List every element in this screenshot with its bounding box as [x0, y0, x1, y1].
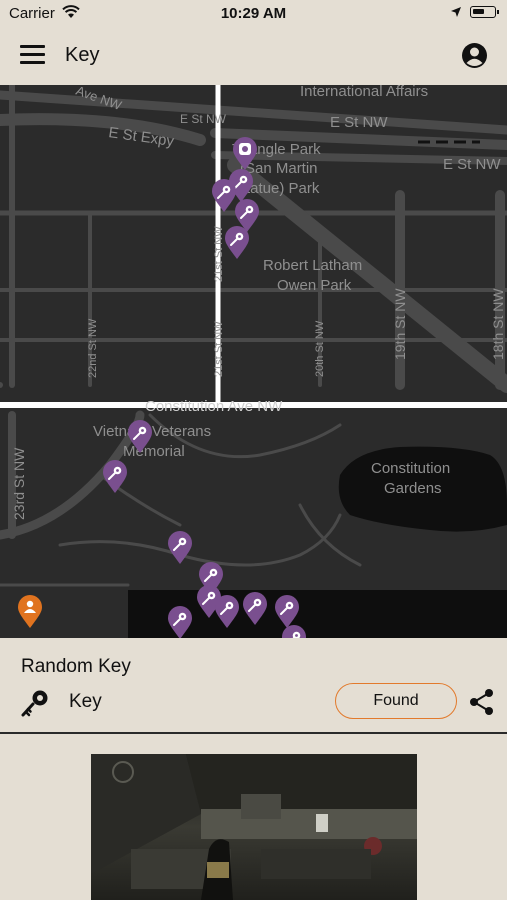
status-bar: Carrier 10:29 AM [0, 0, 507, 28]
location-photo[interactable] [91, 754, 417, 900]
map-label-e-st-nw-3: E St NW [443, 156, 501, 173]
account-icon[interactable] [461, 42, 488, 69]
key-map-pin[interactable] [167, 606, 193, 638]
item-name: Random Key [21, 656, 131, 677]
map-label-19th-st: 19th St NW [392, 288, 408, 360]
battery-icon [470, 6, 499, 18]
map-label-e-st-nw-1: E St NW [180, 112, 227, 126]
key-map-pin[interactable] [102, 460, 128, 494]
battery-nub [497, 10, 499, 14]
map-label-22nd-st: 22nd St NW [87, 318, 99, 378]
key-map-pin[interactable] [281, 625, 307, 638]
map-label-20th-st: 20th St NW [314, 320, 326, 377]
other-map-pin[interactable] [17, 595, 43, 629]
photo-image [91, 754, 417, 900]
map-label-constitution-ave: Constitution Ave NW [145, 398, 283, 415]
map-label-18th-st: 18th St NW [490, 288, 506, 360]
key-map-pin[interactable] [232, 137, 258, 171]
map-label-constitution-gardens-1: Constitution [371, 460, 450, 477]
share-icon[interactable] [468, 688, 496, 716]
key-map-pin[interactable] [242, 592, 268, 626]
key-map-pin[interactable] [127, 420, 153, 454]
navigation-bar: Key [0, 28, 507, 85]
map-label-21st-st-lower: 21st St NW [213, 321, 225, 377]
photo-section [0, 734, 507, 900]
map-label-23rd-st: 23rd St NW [11, 447, 27, 520]
menu-icon[interactable] [20, 45, 45, 67]
location-arrow-icon [451, 7, 461, 17]
key-map-pin[interactable] [224, 226, 250, 260]
map-label-robert-latham-1: Robert Latham [263, 257, 362, 274]
key-map-pin[interactable] [274, 595, 300, 629]
battery-level [473, 9, 484, 14]
map-label-robert-latham-2: Owen Park [277, 277, 352, 294]
map-label-e-st-nw-2: E St NW [330, 114, 388, 131]
key-map-pin[interactable] [214, 595, 240, 629]
map-label-international-affairs: International Affairs [300, 85, 428, 100]
map-label-constitution-gardens-2: Gardens [384, 480, 442, 497]
key-map-pin[interactable] [167, 531, 193, 565]
item-category: Key [69, 691, 102, 712]
found-button[interactable]: Found [335, 683, 457, 719]
map-view[interactable]: International Affairs Ave NW E St NW E S… [0, 85, 507, 638]
clock: 10:29 AM [220, 5, 287, 22]
key-icon [21, 690, 48, 717]
item-detail-panel: Random Key Key Found [0, 638, 507, 732]
page-title: Key [65, 44, 100, 66]
